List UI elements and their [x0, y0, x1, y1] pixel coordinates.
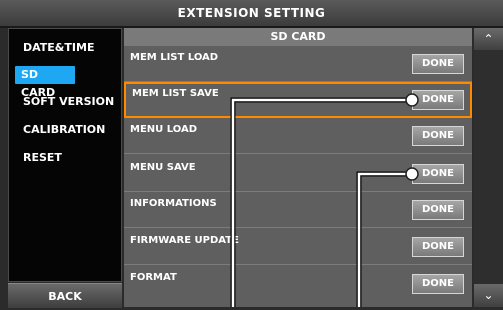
window-title: EXTENSION SETTING [0, 0, 503, 28]
sidebar: DATE&TIME SD CARD SOFT VERSION CALIBRATI… [8, 28, 122, 282]
row-menu-load: MENU LOAD DONE [124, 118, 472, 154]
row-firmware-update: FIRMWARE UPDATE DONE [124, 229, 472, 265]
row-label: MENU SAVE [130, 162, 196, 173]
mem-list-load-done-button[interactable]: DONE [412, 54, 464, 74]
scrollbar[interactable]: ⌃ ⌄ [474, 28, 503, 307]
row-label: FIRMWARE UPDATE [130, 235, 239, 246]
menu-load-done-button[interactable]: DONE [412, 126, 464, 146]
row-label: MEM LIST SAVE [132, 88, 219, 99]
row-menu-save: MENU SAVE DONE [124, 156, 472, 192]
menu-save-done-button[interactable]: DONE [412, 164, 464, 184]
row-mem-list-save: MEM LIST SAVE DONE [124, 82, 472, 118]
panel-title: SD CARD [124, 28, 472, 46]
sidebar-item-soft-version[interactable]: SOFT VERSION [17, 93, 120, 111]
row-label: INFORMATIONS [130, 198, 217, 209]
mem-list-save-done-button[interactable]: DONE [412, 90, 464, 110]
row-label: MENU LOAD [130, 124, 198, 135]
sidebar-item-date-time[interactable]: DATE&TIME [17, 39, 100, 57]
format-done-button[interactable]: DONE [412, 274, 464, 294]
sidebar-item-sd-card[interactable]: SD CARD [15, 66, 75, 99]
back-button[interactable]: BACK [8, 283, 122, 308]
sd-card-panel: MEM LIST LOAD DONE MEM LIST SAVE DONE ME… [124, 46, 472, 307]
firmware-update-done-button[interactable]: DONE [412, 237, 464, 257]
row-mem-list-load: MEM LIST LOAD DONE [124, 46, 472, 82]
sidebar-item-calibration[interactable]: CALIBRATION [17, 121, 111, 139]
sidebar-item-reset[interactable]: RESET [17, 149, 68, 167]
row-label: FORMAT [130, 272, 177, 283]
row-label: MEM LIST LOAD [130, 52, 219, 63]
informations-done-button[interactable]: DONE [412, 200, 464, 220]
chevron-down-icon[interactable]: ⌄ [474, 284, 503, 307]
chevron-up-icon[interactable]: ⌃ [474, 28, 503, 50]
row-informations: INFORMATIONS DONE [124, 192, 472, 228]
row-format: FORMAT DONE [124, 266, 472, 302]
